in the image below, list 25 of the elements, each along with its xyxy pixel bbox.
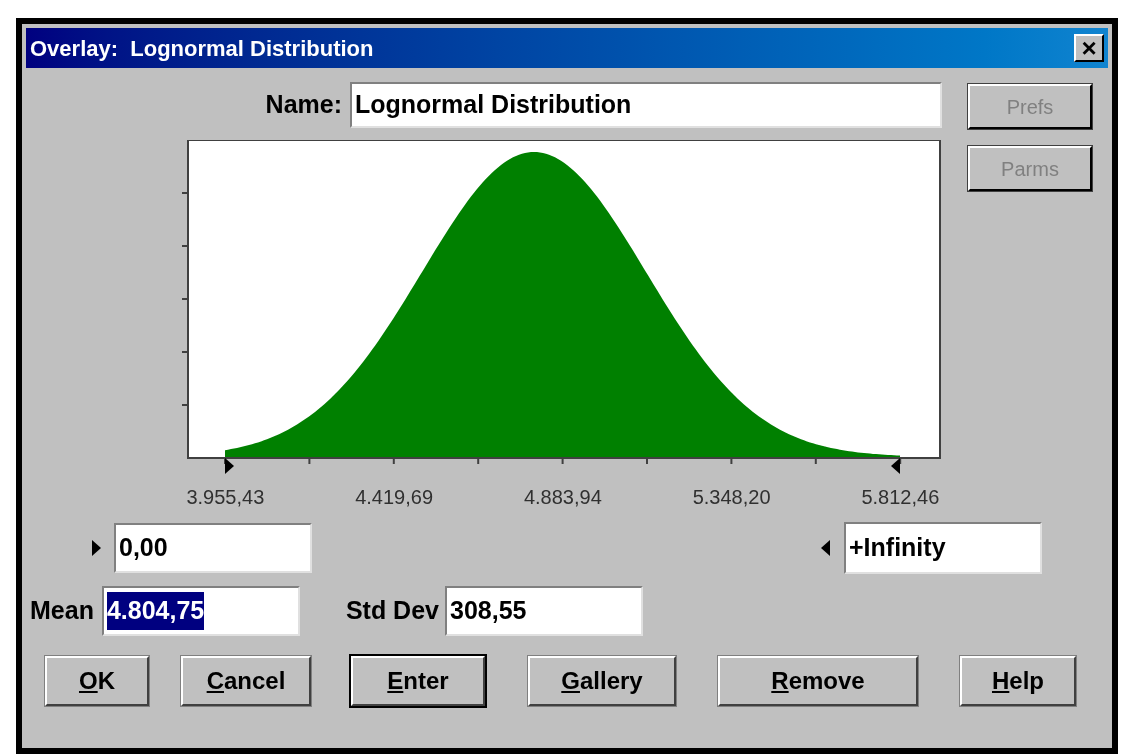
dialog-button[interactable]: Remove: [718, 656, 918, 706]
dialog-button[interactable]: OK: [45, 656, 149, 706]
right-marker-icon: [821, 540, 830, 556]
axis-label: 5.348,20: [692, 485, 771, 510]
axis-label: 3.955,43: [186, 485, 265, 510]
window-title: Overlay: Lognormal Distribution: [30, 34, 374, 63]
left-marker-icon: [92, 540, 101, 556]
axis-label: 4.419,69: [355, 485, 434, 510]
dialog-button[interactable]: Enter: [351, 656, 485, 706]
dialog-button[interactable]: Cancel: [181, 656, 311, 706]
std-dev-field[interactable]: 308,55: [445, 586, 643, 636]
dialog-button[interactable]: Help: [960, 656, 1076, 706]
close-button[interactable]: ×: [1074, 34, 1104, 62]
upper-bound-field[interactable]: +Infinity: [844, 522, 1042, 574]
right-bound-handle[interactable]: [891, 458, 900, 474]
lower-bound-field[interactable]: 0,00: [114, 523, 312, 573]
name-label: Name:: [265, 89, 342, 121]
mean-label: Mean: [30, 595, 94, 627]
std-dev-label: Std Dev: [345, 595, 439, 627]
axis-label: 5.812,46: [861, 485, 940, 510]
axis-label: 4.883,94: [523, 485, 602, 510]
mean-field[interactable]: 4.804,75: [101, 586, 300, 636]
dialog-button[interactable]: Gallery: [528, 656, 676, 706]
name-field[interactable]: Lognormal Distribution: [350, 82, 942, 128]
left-bound-handle[interactable]: [225, 458, 234, 474]
